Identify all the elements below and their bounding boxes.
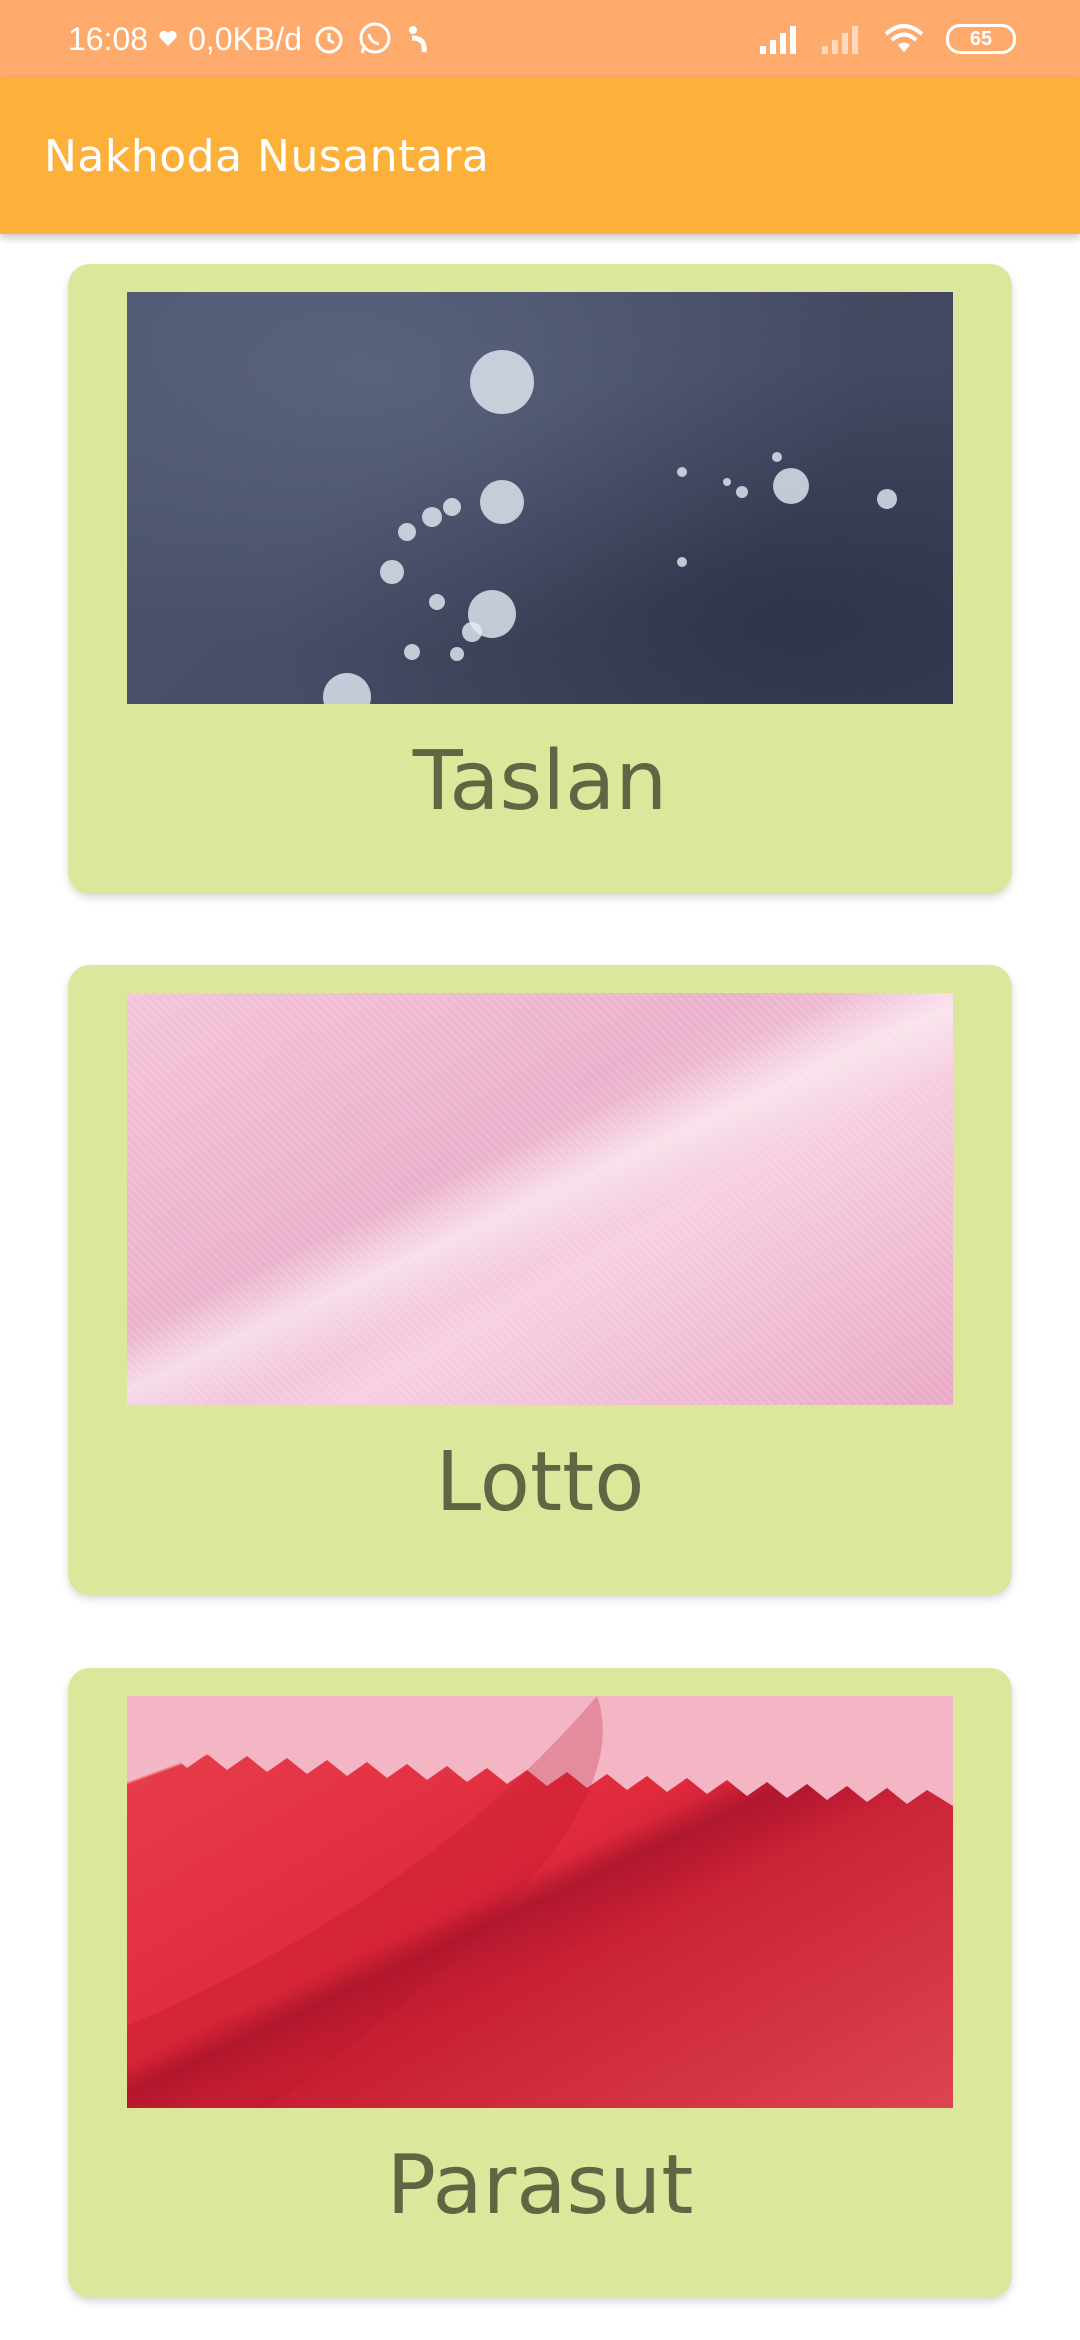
lotto-fabric-image [127,993,953,1405]
status-time: 16:08 [68,20,149,57]
battery-level: 65 [969,27,993,50]
fabric-list[interactable]: Taslan Lotto Parasut [0,234,1080,2340]
card-taslan[interactable]: Taslan [68,264,1012,894]
card-label: Parasut [386,2138,694,2233]
status-data-speed: 0,0KB/d [188,20,302,57]
parasut-fabric-image [127,1696,953,2108]
app-bar: Nakhoda Nusantara [0,78,1080,234]
whatsapp-icon [356,20,394,58]
card-label: Taslan [412,734,668,829]
status-left: 16:08 0,0KB/d [68,20,434,58]
card-parasut[interactable]: Parasut [68,1668,1012,2298]
status-right: 65 [760,24,1016,54]
alarm-icon [312,22,346,56]
notification-icon [404,22,434,56]
status-bar: 16:08 0,0KB/d 65 [0,0,1080,78]
battery-icon: 65 [946,24,1016,54]
heart-icon [158,29,178,49]
app-title: Nakhoda Nusantara [44,130,490,182]
signal-icon [760,24,800,54]
wifi-icon [884,24,924,54]
card-label: Lotto [435,1435,645,1530]
taslan-fabric-image [127,292,953,704]
card-lotto[interactable]: Lotto [68,965,1012,1595]
signal-weak-icon [822,24,862,54]
